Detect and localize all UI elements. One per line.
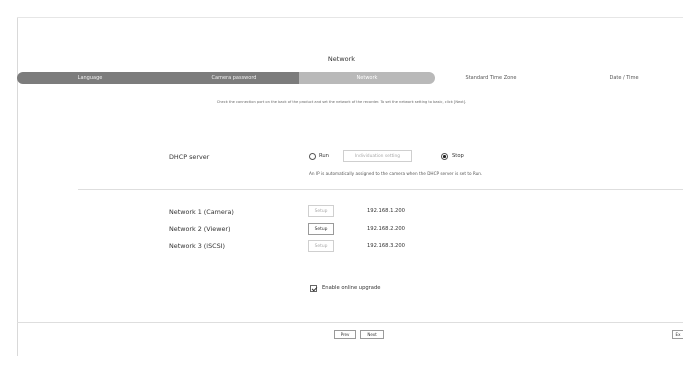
- frame-top-border: [17, 17, 683, 18]
- network-1-label: Network 1 (Camera): [169, 208, 234, 216]
- step-language[interactable]: Language: [17, 72, 163, 84]
- prev-button[interactable]: Prev: [334, 330, 356, 339]
- online-upgrade-label: Enable online upgrade: [322, 285, 381, 291]
- exit-button[interactable]: Ex: [672, 330, 683, 339]
- step-network[interactable]: Network: [299, 72, 435, 84]
- network-2-setup-button[interactable]: Setup: [308, 223, 334, 235]
- dhcp-stop-label: Stop: [452, 153, 464, 159]
- online-upgrade-checkbox[interactable]: [310, 285, 317, 292]
- dhcp-note: An IP is automatically assigned to the c…: [309, 171, 483, 176]
- network-3-label: Network 3 (iSCSI): [169, 242, 226, 250]
- page-title: Network: [327, 55, 356, 63]
- dhcp-run-label: Run: [319, 153, 329, 159]
- step-date-time[interactable]: Date / Time: [565, 72, 683, 84]
- next-button[interactable]: Next: [360, 330, 384, 339]
- network-1-setup-button[interactable]: Setup: [308, 205, 334, 217]
- section-divider: [78, 189, 683, 190]
- wizard-steps: Language Camera password Network Standar…: [17, 72, 683, 84]
- step-camera-password[interactable]: Camera password: [163, 72, 305, 84]
- dhcp-stop-radio[interactable]: [441, 153, 448, 160]
- step-standard-time-zone[interactable]: Standard Time Zone: [435, 72, 547, 84]
- dhcp-server-label: DHCP server: [169, 153, 210, 161]
- footer-divider: [17, 322, 683, 323]
- dhcp-run-radio[interactable]: [309, 153, 316, 160]
- frame-left-border: [17, 17, 18, 356]
- network-3-ip: 192.168.3.200: [367, 243, 405, 249]
- individuation-setting-button[interactable]: Individuation setting: [343, 150, 412, 162]
- network-2-ip: 192.168.2.200: [367, 226, 405, 232]
- network-1-ip: 192.168.1.200: [367, 208, 405, 214]
- instruction-text: Check the connection port on the back of…: [216, 100, 467, 104]
- network-3-setup-button[interactable]: Setup: [308, 240, 334, 252]
- network-2-label: Network 2 (Viewer): [169, 225, 231, 233]
